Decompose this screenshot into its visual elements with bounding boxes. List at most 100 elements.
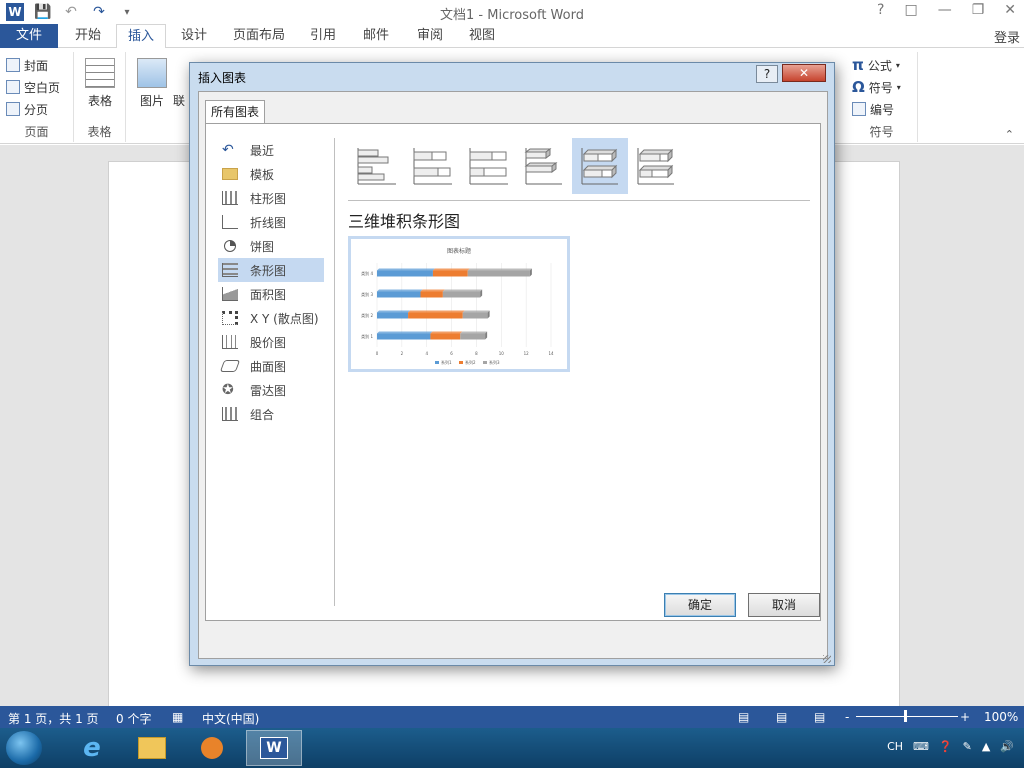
tab-layout[interactable]: 页面布局 [222,24,296,48]
category-stock[interactable]: 股价图 [218,330,324,354]
read-mode-icon[interactable]: ▤ [738,710,749,724]
number-icon [852,102,866,116]
resize-grip-icon[interactable] [823,655,831,663]
word-taskbar-icon[interactable]: W [246,730,302,766]
preview-category-label: 类别 3 [361,291,373,297]
category-recent[interactable]: ↶ 最近 [218,138,324,162]
page-break-button[interactable]: 分页 [0,98,73,120]
tab-all-charts[interactable]: 所有图表 [205,100,265,124]
table-button[interactable]: 表格 [82,58,118,109]
help-icon[interactable]: ? [877,2,884,18]
help-tray-icon[interactable]: ❓ [939,740,953,753]
subtype-3d-100-stacked-bar[interactable] [628,138,684,194]
dialog-close-button[interactable]: ✕ [782,64,826,82]
category-area[interactable]: 面积图 [218,282,324,306]
category-combo[interactable]: 组合 [218,402,324,426]
preview-bar-top [377,331,433,334]
category-templates[interactable]: 模板 [218,162,324,186]
category-radar[interactable]: ✪ 雷达图 [218,378,324,402]
subtype-3d-stacked-bar[interactable] [572,138,628,194]
subtype-100-stacked-bar[interactable] [460,138,516,194]
symbol-button[interactable]: Ω 符号 ▾ [846,76,917,98]
minimize-icon[interactable]: — [938,2,952,18]
file-explorer-icon[interactable] [124,730,180,766]
cover-page-button[interactable]: 封面 [0,54,73,76]
tab-home[interactable]: 开始 [62,24,114,48]
subtype-clustered-bar[interactable] [348,138,404,194]
dialog-title: 插入图表 [198,71,247,85]
preview-x-tick-label: 10 [499,351,505,356]
tab-review[interactable]: 审阅 [406,24,454,48]
zoom-slider-thumb[interactable] [904,710,907,722]
ribbon-group-tables: 表格 表格 [74,52,126,142]
blank-page-button[interactable]: 空白页 [0,76,73,98]
tab-mailings[interactable]: 邮件 [352,24,400,48]
preview-legend-label: 系列1 [441,359,452,365]
picture-button[interactable]: 图片 [134,58,170,109]
print-layout-icon[interactable]: ▤ [776,710,787,724]
category-column[interactable]: 柱形图 [218,186,324,210]
omega-icon: Ω [852,78,865,96]
number-button[interactable]: 编号 [846,98,917,120]
recent-icon: ↶ [222,142,234,158]
preview-bar-top [460,331,488,334]
category-line[interactable]: 折线图 [218,210,324,234]
restore-icon[interactable]: ❐ [972,2,985,18]
preview-bar-top [408,310,465,313]
pie-chart-icon [224,240,236,252]
category-pie[interactable]: 饼图 [218,234,324,258]
equation-button[interactable]: π 公式 ▾ [846,54,917,76]
cancel-button[interactable]: 取消 [748,593,820,617]
insert-chart-dialog: 插入图表 ? ✕ 所有图表 ↶ 最近 模板 柱形图 折线图 饼图 条形图 面积图 … [189,62,835,666]
chart-preview-svg: 图表标题 0 2 4 6 8 10 12 14类别 1类别 2类别 3类别 4 系列1 系列2 系… [361,247,554,365]
category-surface[interactable]: 曲面图 [218,354,324,378]
tab-insert[interactable]: 插入 [116,24,166,49]
word-count[interactable]: 0 个字 [116,710,151,727]
online-pictures-button[interactable]: 联 [170,92,188,109]
web-layout-icon[interactable]: ▤ [814,710,825,724]
close-icon[interactable]: ✕ [1004,2,1016,18]
start-button-icon[interactable] [6,731,42,765]
ribbon-display-icon[interactable]: □ [904,2,917,18]
subtype-divider [348,200,810,201]
dialog-help-button[interactable]: ? [756,65,778,83]
preview-bar [460,333,486,340]
login-link[interactable]: 登录 [994,27,1020,46]
chart-preview[interactable]: 图表标题 0 2 4 6 8 10 12 14 类别 1 类别 2 类别 3 类别 4 系列1 系列2 系… [348,236,570,372]
page-count[interactable]: 第 1 页，共 1 页 [8,710,99,727]
category-scatter[interactable]: X Y (散点图) [218,306,324,330]
volume-icon[interactable]: 🔊 [1000,740,1014,753]
media-player-icon[interactable] [184,730,240,766]
collapse-ribbon-icon[interactable]: ⌃ [1005,128,1014,141]
zoom-slider[interactable] [856,716,958,717]
tab-references[interactable]: 引用 [300,24,346,48]
category-bar[interactable]: 条形图 [218,258,324,282]
page-break-icon [6,102,20,116]
tab-view[interactable]: 视图 [458,24,506,48]
show-hidden-icons-icon[interactable]: ▲ [982,740,990,753]
zoom-in-button[interactable]: + [960,710,970,724]
preview-x-tick-label: 2 [401,351,404,356]
group-label-tables: 表格 [87,125,112,139]
preview-legend: 系列1 系列2 系列3 [435,359,500,365]
preview-bar-top [462,310,490,313]
language-status[interactable]: 中文(中国) [202,710,259,727]
cover-page-icon [6,58,20,72]
system-tray: CH ⌨ ❓ ✎ ▲ 🔊 [887,740,1014,753]
subtype-stacked-bar[interactable] [404,138,460,194]
blank-page-icon [6,80,20,94]
tab-file[interactable]: 文件 [0,24,58,48]
subtype-3d-clustered-bar[interactable] [516,138,572,194]
preview-category-label: 类别 4 [361,270,373,276]
input-language[interactable]: CH [887,740,903,753]
proofing-icon[interactable]: ▦ [172,710,183,724]
clustered-bar-icon [357,148,396,185]
zoom-out-button[interactable]: - [845,710,849,724]
pen-icon[interactable]: ✎ [963,740,972,753]
folder-icon [222,168,238,180]
zoom-level[interactable]: 100% [984,710,1018,724]
ok-button[interactable]: 确定 [664,593,736,617]
keyboard-icon[interactable]: ⌨ [913,740,929,753]
internet-explorer-icon[interactable]: e [64,730,120,766]
tab-design[interactable]: 设计 [170,24,218,48]
